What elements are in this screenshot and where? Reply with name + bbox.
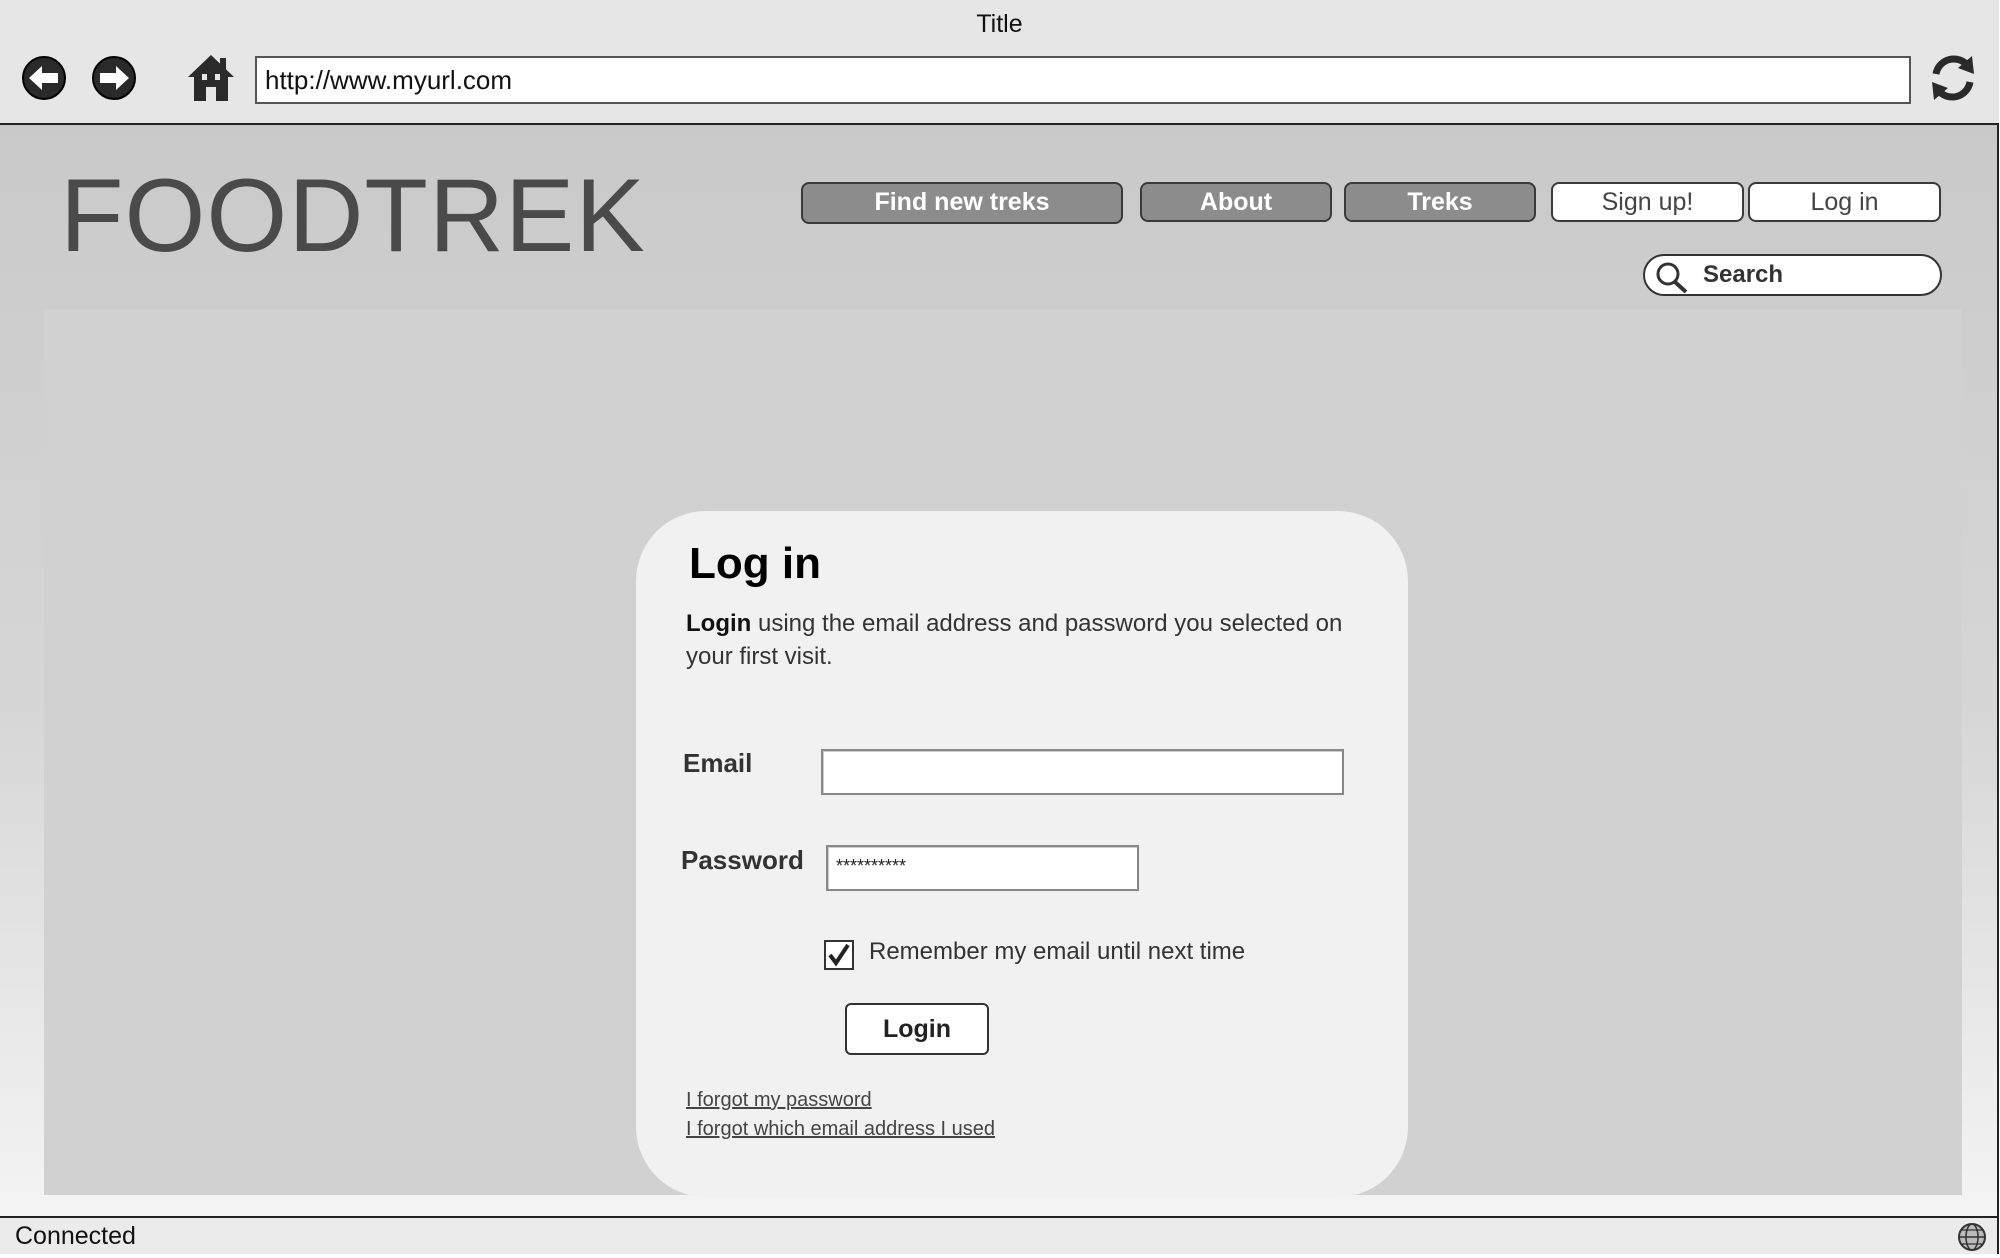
forgot-email-link[interactable]: I forgot which email address I used <box>686 1118 995 1141</box>
login-description: Login using the email address and passwo… <box>686 607 1366 673</box>
back-arrow-icon <box>22 56 66 100</box>
forgot-password-link[interactable]: I forgot my password <box>686 1089 872 1112</box>
search-input[interactable]: Search <box>1643 254 1942 296</box>
login-description-text: using the email address and password you… <box>686 610 1343 670</box>
site-logo[interactable]: FOODTREK <box>60 157 646 276</box>
nav-find-new-treks[interactable]: Find new treks <box>801 182 1123 224</box>
address-bar[interactable]: http://www.myurl.com <box>255 56 1911 104</box>
refresh-button[interactable] <box>1928 52 1978 104</box>
login-description-bold: Login <box>686 610 752 637</box>
browser-toolbar: Title http://www.myurl.com <box>0 0 1999 125</box>
remember-label[interactable]: Remember my email until next time <box>869 938 1245 966</box>
checkmark-icon <box>828 943 850 967</box>
web-page: FOODTREK Find new treks About Treks Sign… <box>0 125 1997 1216</box>
window-title: Title <box>976 10 1023 38</box>
home-icon <box>188 55 234 101</box>
nav-treks[interactable]: Treks <box>1344 182 1536 222</box>
back-button[interactable] <box>21 55 67 101</box>
nav-log-in[interactable]: Log in <box>1748 182 1941 222</box>
email-label: Email <box>683 748 753 778</box>
password-label: Password <box>681 845 804 875</box>
nav-about[interactable]: About <box>1140 182 1332 222</box>
forward-arrow-icon <box>92 56 136 100</box>
refresh-icon <box>1932 55 1974 101</box>
login-button[interactable]: Login <box>845 1003 989 1055</box>
login-card: Log in Login using the email address and… <box>636 511 1408 1197</box>
browser-window: Title http://www.myurl.com FOODTREK Find… <box>0 0 1999 1254</box>
forward-button[interactable] <box>91 55 137 101</box>
login-title: Log in <box>689 539 821 588</box>
email-field[interactable] <box>821 749 1344 795</box>
home-button[interactable] <box>186 52 236 104</box>
globe-icon <box>1958 1223 1986 1251</box>
search-icon <box>1656 262 1688 293</box>
password-field[interactable]: ********** <box>826 845 1139 891</box>
nav-sign-up[interactable]: Sign up! <box>1551 182 1744 222</box>
search-placeholder: Search <box>1703 261 1784 288</box>
status-text: Connected <box>15 1222 136 1250</box>
status-bar: Connected <box>0 1216 1997 1254</box>
remember-checkbox[interactable] <box>824 940 854 970</box>
